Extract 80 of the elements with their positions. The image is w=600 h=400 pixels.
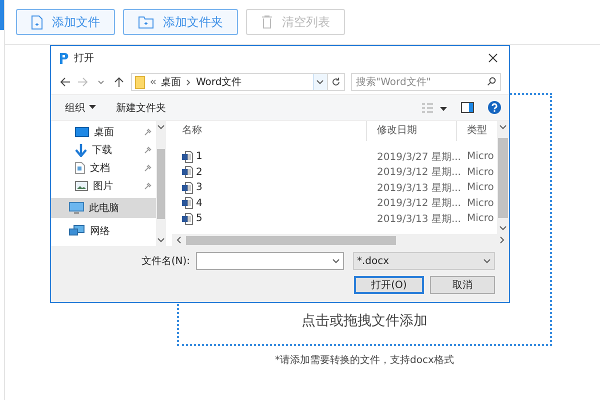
refresh-button[interactable] xyxy=(328,73,345,91)
back-button[interactable] xyxy=(59,76,71,88)
horizontal-scrollbar[interactable] xyxy=(172,234,509,246)
chevron-down-icon xyxy=(332,257,340,265)
preview-pane-button[interactable] xyxy=(461,102,474,114)
search-icon xyxy=(487,77,496,86)
chevron-down-icon xyxy=(316,78,324,86)
right-arrow-icon xyxy=(77,76,89,88)
file-type-dropdown[interactable]: *.docx xyxy=(353,252,495,270)
navigation-item[interactable]: 网络 xyxy=(51,221,156,241)
drop-zone-label: 点击或拖拽文件添加 xyxy=(302,312,428,330)
overflow-chevron-icon xyxy=(150,79,156,85)
file-row[interactable]: 1 2019/3/27 星期... Micro xyxy=(172,149,497,164)
navigation-item[interactable]: 桌面 xyxy=(51,123,156,141)
up-arrow-icon xyxy=(113,76,125,88)
scroll-up-icon xyxy=(157,123,165,131)
new-folder-button[interactable]: 新建文件夹 xyxy=(116,100,166,114)
down-arrow-icon xyxy=(75,144,87,156)
vertical-scrollbar[interactable] xyxy=(156,121,166,246)
pin-icon xyxy=(144,164,152,172)
file-row[interactable]: 2 2019/3/12 星期... Micro xyxy=(172,164,497,180)
pin-icon xyxy=(144,146,152,154)
refresh-icon xyxy=(330,77,341,87)
breadcrumb-item[interactable]: Word文件 xyxy=(196,75,242,89)
trash-icon xyxy=(261,15,273,29)
up-button[interactable] xyxy=(113,76,125,88)
organize-menu[interactable]: 组织 xyxy=(65,100,96,114)
dialog-button[interactable]: 打开(O) xyxy=(354,276,424,294)
close-icon xyxy=(488,53,498,63)
scroll-down-icon xyxy=(157,236,165,244)
breadcrumb-item[interactable]: 桌面 xyxy=(161,75,181,89)
navigation-item[interactable]: 此电脑 xyxy=(51,198,156,218)
scroll-left-icon xyxy=(176,236,182,244)
breadcrumb-separator-icon xyxy=(186,78,191,86)
filename-label: 文件名(N): xyxy=(141,254,190,268)
help-button[interactable] xyxy=(488,101,501,114)
navigation-item[interactable]: 下载 xyxy=(51,141,156,159)
format-hint: *请添加需要转换的文件，支持docx格式 xyxy=(274,354,455,367)
file-row[interactable]: 3 2019/3/13 星期... Micro xyxy=(172,180,497,196)
scroll-down-icon xyxy=(499,224,507,232)
address-bar[interactable]: 桌面 Word文件 xyxy=(131,73,328,91)
file-row[interactable]: 4 2019/3/12 星期... Micro xyxy=(172,196,497,211)
app-logo-icon xyxy=(59,52,69,64)
address-dropdown-button[interactable] xyxy=(312,74,327,90)
dialog-button[interactable]: 取消 xyxy=(430,276,495,294)
scroll-up-icon xyxy=(499,123,507,131)
sidebar-highlight xyxy=(0,0,4,30)
scroll-right-icon xyxy=(499,236,505,244)
dialog-title: 打开 xyxy=(74,52,95,65)
monitor-icon xyxy=(75,126,89,138)
vertical-scrollbar[interactable] xyxy=(497,121,509,234)
caret-icon xyxy=(89,105,96,110)
view-options-button[interactable] xyxy=(421,102,447,114)
navigation-item[interactable]: 文档 xyxy=(51,159,156,177)
pin-icon xyxy=(144,128,152,136)
folder-icon xyxy=(135,76,145,88)
picture-icon xyxy=(75,181,88,191)
word-document-icon xyxy=(182,182,193,194)
word-document-icon xyxy=(182,212,193,225)
column-header[interactable]: 类型 xyxy=(457,121,497,141)
column-header[interactable]: 修改日期 xyxy=(367,121,457,141)
search-field[interactable]: 搜索"Word文件" xyxy=(351,73,501,91)
navigation-item[interactable]: 图片 xyxy=(51,177,156,195)
computer-icon xyxy=(69,202,84,214)
file-icon xyxy=(31,14,43,30)
network-icon xyxy=(69,225,85,237)
pin-icon xyxy=(144,182,152,190)
help-icon xyxy=(488,101,501,114)
word-document-icon xyxy=(182,166,193,178)
word-document-icon xyxy=(182,197,193,210)
document-icon xyxy=(75,162,85,174)
filename-field[interactable] xyxy=(196,252,344,270)
left-arrow-icon xyxy=(59,76,71,88)
pane-icon xyxy=(461,102,474,112)
folder-icon xyxy=(138,16,154,28)
list-view-icon xyxy=(421,102,447,114)
chevron-down-icon xyxy=(483,257,491,265)
word-document-icon xyxy=(182,150,193,163)
file-row[interactable]: 5 2019/3/13 星期... Micro xyxy=(172,211,497,226)
column-header[interactable]: 名称 xyxy=(172,121,367,141)
